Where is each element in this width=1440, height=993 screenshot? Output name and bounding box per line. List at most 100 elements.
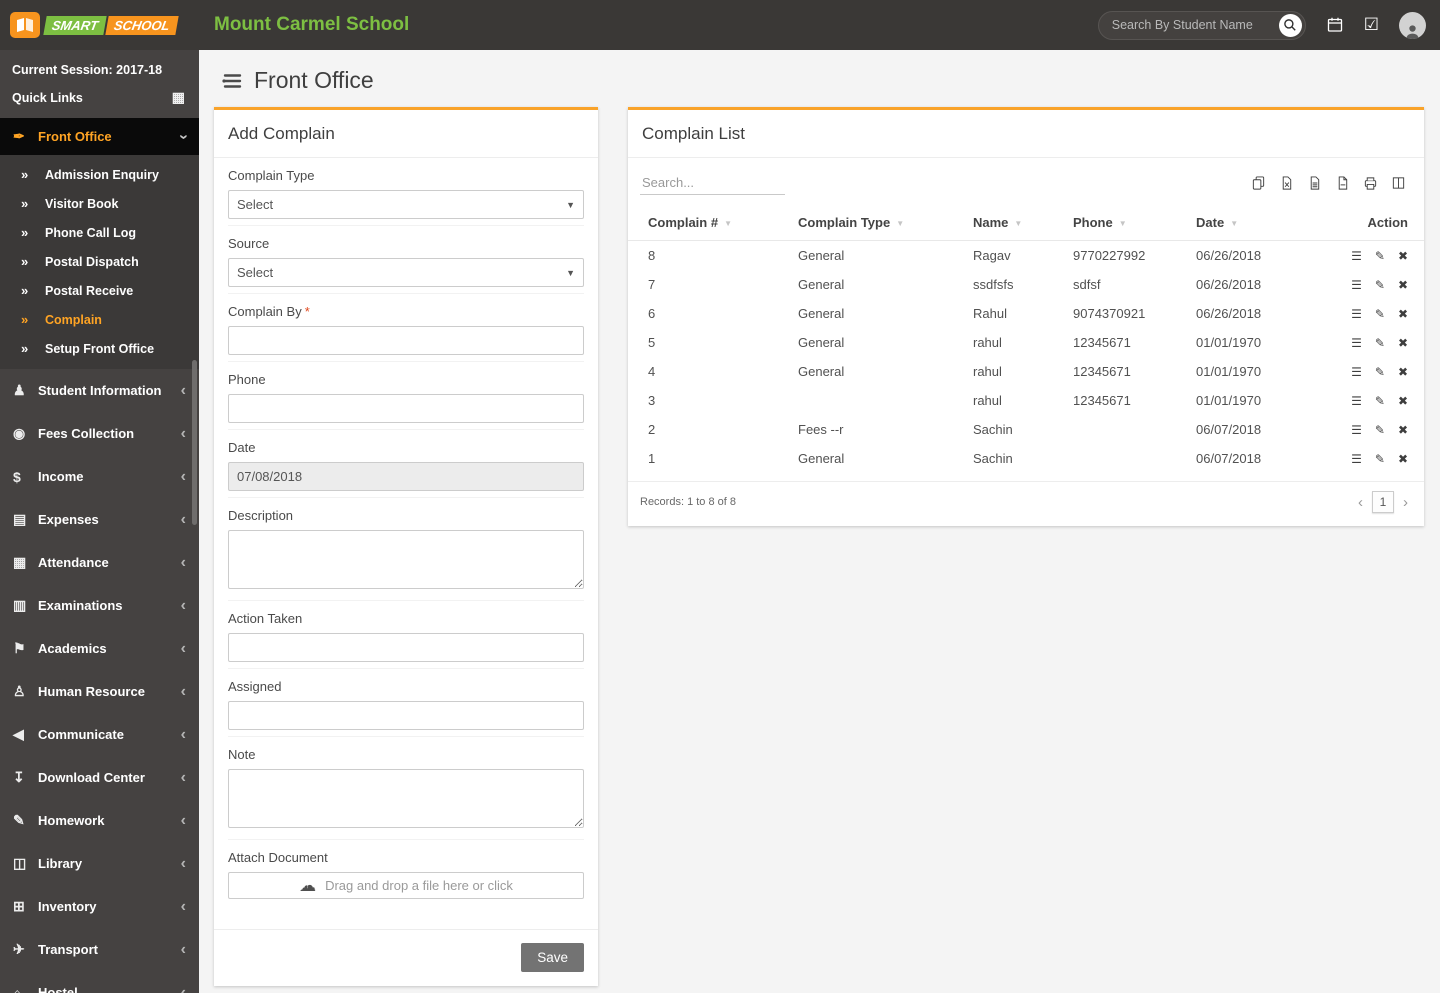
sidebar-item-examinations[interactable]: ▥ Examinations ‹	[0, 584, 199, 627]
phone-input[interactable]	[228, 394, 584, 423]
row-delete-button[interactable]: ✖	[1398, 307, 1408, 321]
cell-phone	[1063, 444, 1186, 473]
submenu-item-admission-enquiry[interactable]: » Admission Enquiry	[0, 160, 199, 189]
submenu-item-postal-receive[interactable]: » Postal Receive	[0, 276, 199, 305]
file-dropzone[interactable]: ☁ ↑ Drag and drop a file here or click	[228, 872, 584, 899]
column-header-date[interactable]: Date ▼	[1186, 205, 1326, 241]
tasks-button[interactable]: ☑	[1364, 15, 1379, 35]
row-delete-button[interactable]: ✖	[1398, 249, 1408, 263]
submenu-item-setup-front-office[interactable]: » Setup Front Office	[0, 334, 199, 363]
column-header-complain-type[interactable]: Complain Type ▼	[788, 205, 963, 241]
list-search-input[interactable]	[640, 171, 785, 195]
student-search-input[interactable]	[1111, 18, 1279, 32]
row-detail-button[interactable]: ☰	[1351, 394, 1362, 408]
logo-text-smart: SMART	[43, 15, 107, 35]
assigned-input[interactable]	[228, 701, 584, 730]
app-logo[interactable]: SMART SCHOOL	[0, 0, 199, 50]
submenu-item-postal-dispatch[interactable]: » Postal Dispatch	[0, 247, 199, 276]
column-header-name[interactable]: Name ▼	[963, 205, 1063, 241]
row-delete-button[interactable]: ✖	[1398, 423, 1408, 437]
pdf-button[interactable]	[1333, 173, 1352, 193]
sidebar-item-attendance[interactable]: ▦ Attendance ‹	[0, 541, 199, 584]
row-delete-button[interactable]: ✖	[1398, 336, 1408, 350]
row-detail-button[interactable]: ☰	[1351, 423, 1362, 437]
sort-icon: ▼	[1014, 219, 1023, 229]
complain-by-input[interactable]	[228, 326, 584, 355]
cell-name: Sachin	[973, 422, 1013, 437]
row-edit-button[interactable]: ✎	[1375, 307, 1385, 321]
sidebar-item-download-center[interactable]: ↧ Download Center ‹	[0, 756, 199, 799]
pagination-prev[interactable]: ‹	[1358, 494, 1363, 511]
sidebar-item-human-resource[interactable]: ♙ Human Resource ‹	[0, 670, 199, 713]
sidebar-scrollbar[interactable]	[192, 360, 197, 525]
row-detail-button[interactable]: ☰	[1351, 365, 1362, 379]
cell-date: 06/26/2018	[1196, 306, 1262, 321]
row-edit-button[interactable]: ✎	[1375, 336, 1385, 350]
row-edit-button[interactable]: ✎	[1375, 365, 1385, 379]
print-button[interactable]	[1361, 173, 1380, 193]
sidebar-item-front-office[interactable]: ✒ Front Office ‹	[0, 118, 199, 155]
sidebar-item-transport[interactable]: ✈ Transport ‹	[0, 928, 199, 971]
cell-complain-type: General	[798, 364, 845, 379]
row-detail-button[interactable]: ☰	[1351, 452, 1362, 466]
save-button[interactable]: Save	[521, 943, 584, 972]
sidebar-item-fees-collection[interactable]: ◉ Fees Collection ‹	[0, 412, 199, 455]
sidebar-item-inventory[interactable]: ⊞ Inventory ‹	[0, 885, 199, 928]
user-avatar[interactable]	[1399, 11, 1426, 39]
source-select[interactable]: Select ▼	[228, 258, 584, 287]
sidebar-item-library[interactable]: ◫ Library ‹	[0, 842, 199, 885]
chevron-left-icon: ‹	[180, 639, 186, 657]
sidebar-item-label: Student Information	[38, 383, 162, 398]
sort-icon: ▼	[1230, 219, 1239, 229]
action-taken-input[interactable]	[228, 633, 584, 662]
row-delete-button[interactable]: ✖	[1398, 278, 1408, 292]
cell-date: 01/01/1970	[1196, 364, 1262, 379]
row-edit-button[interactable]: ✎	[1375, 423, 1385, 437]
note-textarea[interactable]	[228, 769, 584, 828]
date-input[interactable]	[228, 462, 584, 491]
pagination-next[interactable]: ›	[1403, 494, 1408, 511]
row-edit-button[interactable]: ✎	[1375, 452, 1385, 466]
quick-links[interactable]: Quick Links ▦	[0, 81, 199, 118]
sidebar-item-income[interactable]: $ Income ‹	[0, 455, 199, 498]
sidebar-item-homework[interactable]: ✎ Homework ‹	[0, 799, 199, 842]
submenu-item-visitor-book[interactable]: » Visitor Book	[0, 189, 199, 218]
sidebar-item-academics[interactable]: ⚑ Academics ‹	[0, 627, 199, 670]
row-delete-button[interactable]: ✖	[1398, 452, 1408, 466]
submenu-item-phone-call-log[interactable]: » Phone Call Log	[0, 218, 199, 247]
sidebar-item-communicate[interactable]: ◀ Communicate ‹	[0, 713, 199, 756]
note-label: Note	[228, 747, 256, 762]
double-chevron-icon: »	[21, 341, 29, 356]
row-edit-button[interactable]: ✎	[1375, 278, 1385, 292]
column-header-complain[interactable]: Complain # ▼	[628, 205, 788, 241]
columns-button[interactable]	[1389, 173, 1408, 193]
row-edit-button[interactable]: ✎	[1375, 394, 1385, 408]
row-detail-button[interactable]: ☰	[1351, 336, 1362, 350]
search-button[interactable]	[1278, 13, 1302, 37]
cell-name: Ragav	[973, 248, 1011, 263]
row-delete-button[interactable]: ✖	[1398, 394, 1408, 408]
column-header-phone[interactable]: Phone ▼	[1063, 205, 1186, 241]
select-value: Select	[237, 197, 274, 212]
copy-button[interactable]	[1249, 173, 1268, 193]
print-icon	[1363, 175, 1378, 191]
excel-button[interactable]	[1277, 173, 1296, 193]
description-textarea[interactable]	[228, 530, 584, 589]
sidebar-item-label: Download Center	[38, 770, 145, 785]
row-delete-button[interactable]: ✖	[1398, 365, 1408, 379]
row-detail-button[interactable]: ☰	[1351, 307, 1362, 321]
sidebar-item-student-information[interactable]: ♟ Student Information ‹	[0, 369, 199, 412]
pagination-page-1[interactable]: 1	[1372, 491, 1394, 513]
cell-phone: 12345671	[1073, 335, 1131, 350]
sidebar-item-hostel[interactable]: ⌂ Hostel ‹	[0, 971, 199, 993]
row-edit-button[interactable]: ✎	[1375, 249, 1385, 263]
row-detail-button[interactable]: ☰	[1351, 249, 1362, 263]
csv-button[interactable]	[1305, 173, 1324, 193]
cell-date: 06/07/2018	[1196, 422, 1262, 437]
chevron-left-icon: ‹	[180, 381, 186, 399]
complain-type-select[interactable]: Select ▼	[228, 190, 584, 219]
row-detail-button[interactable]: ☰	[1351, 278, 1362, 292]
sidebar-item-expenses[interactable]: ▤ Expenses ‹	[0, 498, 199, 541]
calendar-button[interactable]	[1326, 16, 1344, 34]
submenu-item-complain[interactable]: » Complain	[0, 305, 199, 334]
